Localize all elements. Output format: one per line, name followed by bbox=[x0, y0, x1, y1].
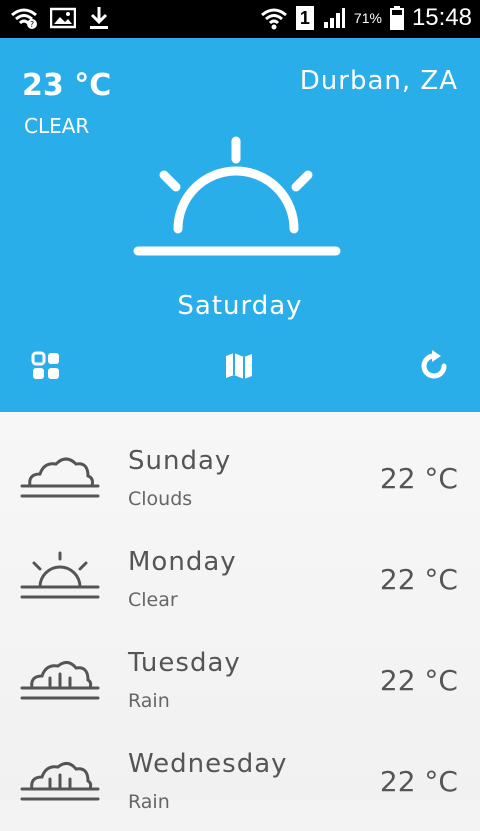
current-day: Saturday bbox=[177, 291, 303, 321]
clock: 15:48 bbox=[411, 4, 472, 31]
rain-icon bbox=[20, 762, 100, 801]
sun-icon bbox=[20, 551, 100, 599]
forecast-desc: Clouds bbox=[128, 488, 193, 510]
sim-slot-badge: 1 bbox=[295, 6, 314, 30]
battery-percent: 71% bbox=[353, 10, 382, 26]
forecast-day: Wednesday bbox=[128, 749, 288, 779]
grid-icon bbox=[31, 351, 59, 379]
battery-icon bbox=[389, 6, 404, 30]
refresh-icon bbox=[421, 350, 447, 379]
forecast-day: Sunday bbox=[128, 446, 232, 476]
current-weather-panel: 23 °C CLEAR Durban, ZA Saturday bbox=[0, 38, 480, 412]
wifi-icon bbox=[260, 8, 287, 30]
map-button[interactable] bbox=[219, 346, 259, 386]
map-icon bbox=[226, 353, 252, 379]
forecast-item[interactable]: Monday Clear 22 °C bbox=[0, 529, 480, 629]
location-label: Durban, ZA bbox=[299, 66, 458, 96]
forecast-temp: 22 °C bbox=[379, 765, 458, 798]
forecast-day: Monday bbox=[128, 547, 237, 577]
forecast-item[interactable]: Tuesday Rain 22 °C bbox=[0, 630, 480, 730]
status-bar: ? 1 71% 15:48 bbox=[0, 0, 480, 38]
download-icon bbox=[90, 7, 108, 29]
current-temperature: 23 °C bbox=[22, 68, 112, 103]
forecast-list: Sunday Clouds 22 °C Monday Clear 22 °C T… bbox=[0, 412, 480, 813]
forecast-temp: 22 °C bbox=[379, 462, 458, 495]
wifi-question-icon: ? bbox=[11, 8, 37, 29]
rain-icon bbox=[20, 661, 100, 700]
sunrise-icon bbox=[133, 136, 341, 256]
notification-icons: ? bbox=[10, 6, 110, 30]
system-icons: 1 71% 15:48 bbox=[260, 4, 472, 32]
cloud-icon bbox=[20, 457, 100, 498]
signal-icon bbox=[323, 8, 345, 28]
current-condition: CLEAR bbox=[24, 114, 90, 138]
forecast-desc: Rain bbox=[128, 690, 170, 712]
gallery-icon bbox=[50, 7, 76, 29]
forecast-temp: 22 °C bbox=[379, 563, 458, 596]
forecast-desc: Clear bbox=[128, 589, 178, 611]
forecast-temp: 22 °C bbox=[379, 664, 458, 697]
refresh-button[interactable] bbox=[414, 346, 454, 386]
forecast-desc: Rain bbox=[128, 791, 170, 813]
forecast-item[interactable]: Sunday Clouds 22 °C bbox=[0, 428, 480, 528]
forecast-item[interactable]: Wednesday Rain 22 °C bbox=[0, 731, 480, 831]
forecast-day: Tuesday bbox=[128, 648, 241, 678]
svg-text:?: ? bbox=[30, 20, 34, 29]
grid-button[interactable] bbox=[26, 346, 66, 386]
sim-slot-number: 1 bbox=[299, 8, 310, 28]
